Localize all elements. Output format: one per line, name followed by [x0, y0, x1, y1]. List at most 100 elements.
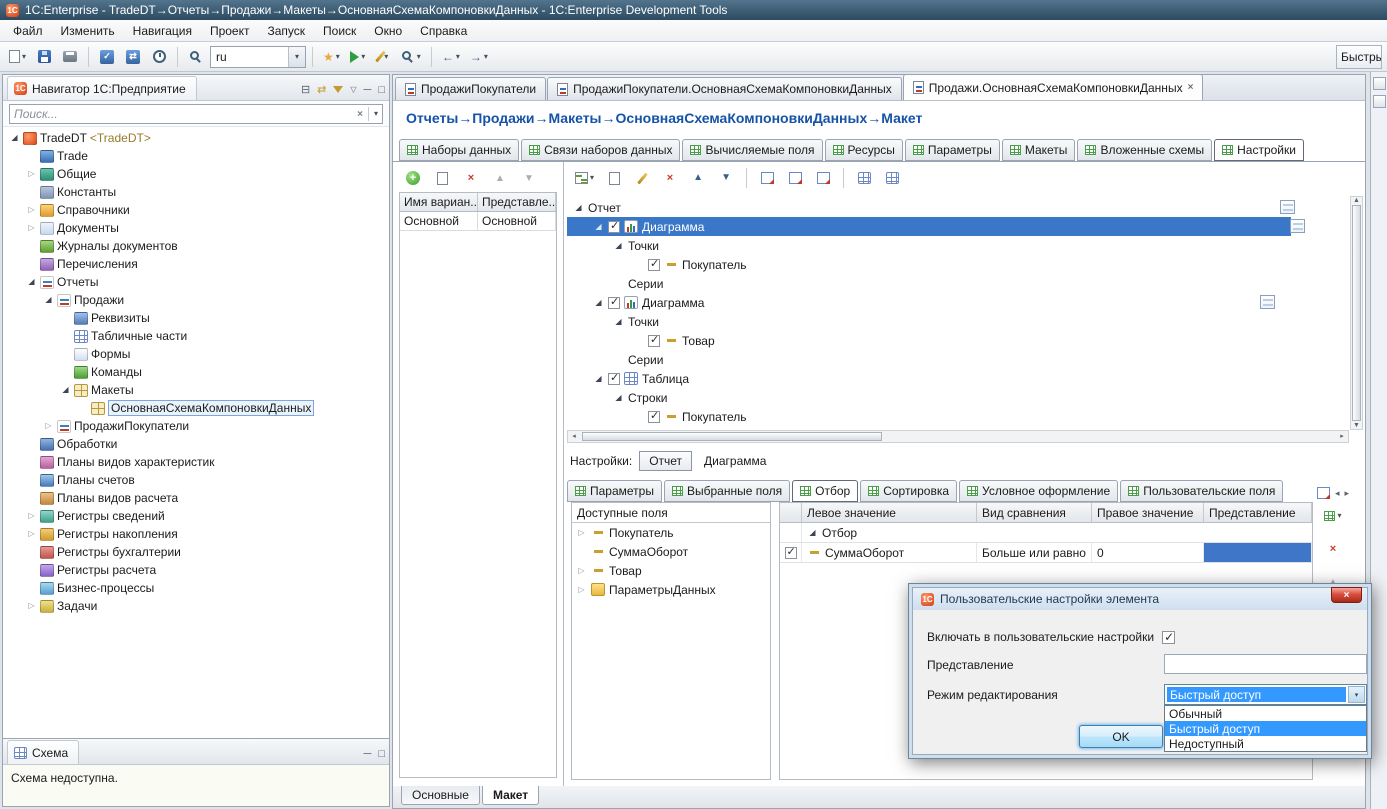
back-button[interactable]: ← ▾ [438, 45, 464, 69]
minimize-view-button[interactable]: ─ [364, 748, 372, 760]
include-checkbox[interactable] [648, 333, 660, 347]
dialog-close-button[interactable]: × [1331, 587, 1362, 603]
copy-variant-button[interactable] [430, 166, 454, 190]
tab-uslovnoe-oformlenie[interactable]: Условное оформление [959, 480, 1119, 502]
move-into-element-button[interactable] [755, 166, 779, 190]
tree-item-prodazhi[interactable]: ◢ Продажи [3, 291, 389, 309]
expander-icon[interactable]: ▷ [576, 585, 587, 594]
expander-icon[interactable]: ▷ [26, 530, 37, 538]
tree-item-plany-schetov[interactable]: Планы счетов [3, 471, 389, 489]
editor-tab-prodazhi-pokupateli-shema[interactable]: ПродажиПокупатели.ОсновнаяСхемаКомпоновк… [547, 77, 902, 100]
move-variant-down-button[interactable]: ▼ [517, 166, 541, 190]
tab-parametry-nastroek[interactable]: Параметры [567, 480, 662, 502]
tree-item-obrabotki[interactable]: Обработки [3, 435, 389, 453]
add-filter-menu-button[interactable]: ▾ [1320, 504, 1345, 528]
tree-item-prodazhi-pokupateli[interactable]: ▷ ПродажиПокупатели [3, 417, 389, 435]
move-element-up-button[interactable]: ▲ [686, 166, 710, 190]
maximize-view-button[interactable]: □ [378, 84, 385, 96]
scroll-down-icon[interactable]: ▼ [1351, 422, 1363, 429]
tree-item-komandy[interactable]: Команды [3, 363, 389, 381]
expander-icon[interactable]: ◢ [613, 241, 624, 250]
navigator-view-tab[interactable]: 1C Навигатор 1С:Предприятие [7, 76, 197, 100]
output-settings-button[interactable] [852, 166, 876, 190]
settings-item-pokupatel-2[interactable]: Покупатель [567, 407, 1349, 426]
delete-element-button[interactable]: × [658, 166, 682, 190]
scroll-tabs-left-icon[interactable]: ◂ [1335, 488, 1340, 499]
column-header-presentation[interactable]: Представле.. [478, 193, 556, 211]
editor-tab-prodazhi-shema[interactable]: Продажи.ОсновнаяСхемаКомпоновкиДанных × [902, 74, 1204, 100]
view-menu-button[interactable]: ▽ [350, 85, 356, 94]
search-button[interactable] [184, 45, 208, 69]
include-checkbox[interactable] [608, 219, 620, 233]
menu-file[interactable]: Файл [4, 21, 52, 41]
favorites-menu-button[interactable]: ★ ▾ [319, 45, 344, 69]
minimize-view-button[interactable]: ─ [364, 84, 372, 96]
column-header-use[interactable] [780, 503, 802, 522]
settings-item-serii-1[interactable]: Серии [567, 274, 1349, 293]
tree-item-spravochniki[interactable]: ▷ Справочники [3, 201, 389, 219]
perspective-button[interactable]: Быстры [1336, 44, 1382, 69]
user-settings-button[interactable] [880, 166, 904, 190]
delete-filter-button[interactable]: × [1321, 537, 1345, 561]
menu-project[interactable]: Проект [201, 21, 259, 41]
tab-otbor[interactable]: Отбор [792, 480, 859, 502]
tab-vychislyaemye-polya[interactable]: Вычисляемые поля [682, 139, 823, 161]
tree-item-formy[interactable]: Формы [3, 345, 389, 363]
settings-item-tablica[interactable]: ◢ Таблица [567, 369, 1349, 388]
maximize-view-button[interactable]: □ [378, 748, 385, 760]
tree-item-rekvizity[interactable]: Реквизиты [3, 309, 389, 327]
tree-item-zhurnaly[interactable]: Журналы документов [3, 237, 389, 255]
scroll-tabs-right-icon[interactable]: ▸ [1344, 488, 1349, 499]
tab-resursy[interactable]: Ресурсы [824, 139, 903, 161]
tree-item-obschie[interactable]: ▷ Общие [3, 165, 389, 183]
inspect-menu-button[interactable]: ▾ [398, 45, 425, 69]
collapse-all-button[interactable]: ⊟ [301, 83, 310, 96]
item-settings-icon[interactable] [1260, 295, 1275, 309]
schema-view-tab[interactable]: Схема [7, 740, 80, 764]
tree-item-makety[interactable]: ◢ Макеты [3, 381, 389, 399]
tab-parametry[interactable]: Параметры [904, 139, 1000, 161]
left-value-cell[interactable]: СуммаОборот [802, 543, 977, 562]
settings-item-otchet[interactable]: ◢ Отчет [567, 198, 1349, 217]
tab-vlozhennye-shemy[interactable]: Вложенные схемы [1077, 139, 1213, 161]
expander-icon[interactable]: ◢ [807, 528, 818, 537]
settings-item-tovar[interactable]: Товар [567, 331, 1349, 350]
chart-settings-button[interactable]: Диаграмма [699, 452, 771, 470]
settings-item-diagramma-1[interactable]: ◢ Диаграмма [567, 217, 1291, 236]
variant-name-cell[interactable]: Основной [400, 212, 478, 230]
expander-icon[interactable]: ▷ [26, 206, 37, 214]
close-tab-icon[interactable]: × [1188, 82, 1194, 93]
tree-item-zadachi[interactable]: ▷ Задачи [3, 597, 389, 615]
column-header-right-value[interactable]: Правое значение [1092, 503, 1204, 522]
edit-mode-combo[interactable]: Быстрый доступ ▾ [1164, 684, 1367, 705]
settings-item-stroki[interactable]: ◢ Строки [567, 388, 1349, 407]
presentation-cell[interactable] [1204, 543, 1312, 562]
menu-navigate[interactable]: Навигация [124, 21, 201, 41]
editor-tab-prodazhi-pokupateli[interactable]: ПродажиПокупатели [395, 77, 547, 100]
tree-item-plany-vidov-harakteristik[interactable]: Планы видов характеристик [3, 453, 389, 471]
settings-item-pokupatel-1[interactable]: Покупатель [567, 255, 1349, 274]
option-nedostupnyy[interactable]: Недоступный [1165, 736, 1366, 751]
use-checkbox[interactable] [784, 545, 797, 559]
language-dropdown-button[interactable]: ▾ [288, 46, 306, 67]
tab-makety[interactable]: Макеты [1001, 139, 1076, 161]
tree-item-konstanty[interactable]: Константы [3, 183, 389, 201]
add-element-menu-button[interactable]: ▾ [571, 166, 598, 190]
tree-item-osnovnaya-shema[interactable]: ОсновнаяСхемаКомпоновкиДанных [3, 399, 389, 417]
representation-input[interactable] [1164, 654, 1367, 674]
tree-item-biznes-processy[interactable]: Бизнес-процессы [3, 579, 389, 597]
expander-icon[interactable]: ◢ [60, 386, 71, 394]
ok-button[interactable]: OK [1079, 725, 1163, 748]
column-header-name[interactable]: Имя вариан.. [400, 193, 478, 211]
expander-icon[interactable]: ◢ [573, 203, 584, 212]
link-with-editor-button[interactable]: ⇄ [317, 83, 326, 96]
tab-nabory-dannyh[interactable]: Наборы данных [399, 139, 520, 161]
expander-icon[interactable]: ▷ [576, 528, 587, 537]
scroll-right-icon[interactable]: ▸ [1336, 433, 1348, 440]
search-input[interactable] [14, 107, 353, 121]
filter-condition-row[interactable]: СуммаОборот Больше или равно 0 [780, 543, 1312, 563]
update-database-button[interactable]: ⇄ [121, 45, 145, 69]
vertical-scrollbar[interactable]: ▲ ▼ [1350, 196, 1363, 430]
include-checkbox[interactable] [608, 295, 620, 309]
expander-icon[interactable]: ▷ [26, 512, 37, 520]
